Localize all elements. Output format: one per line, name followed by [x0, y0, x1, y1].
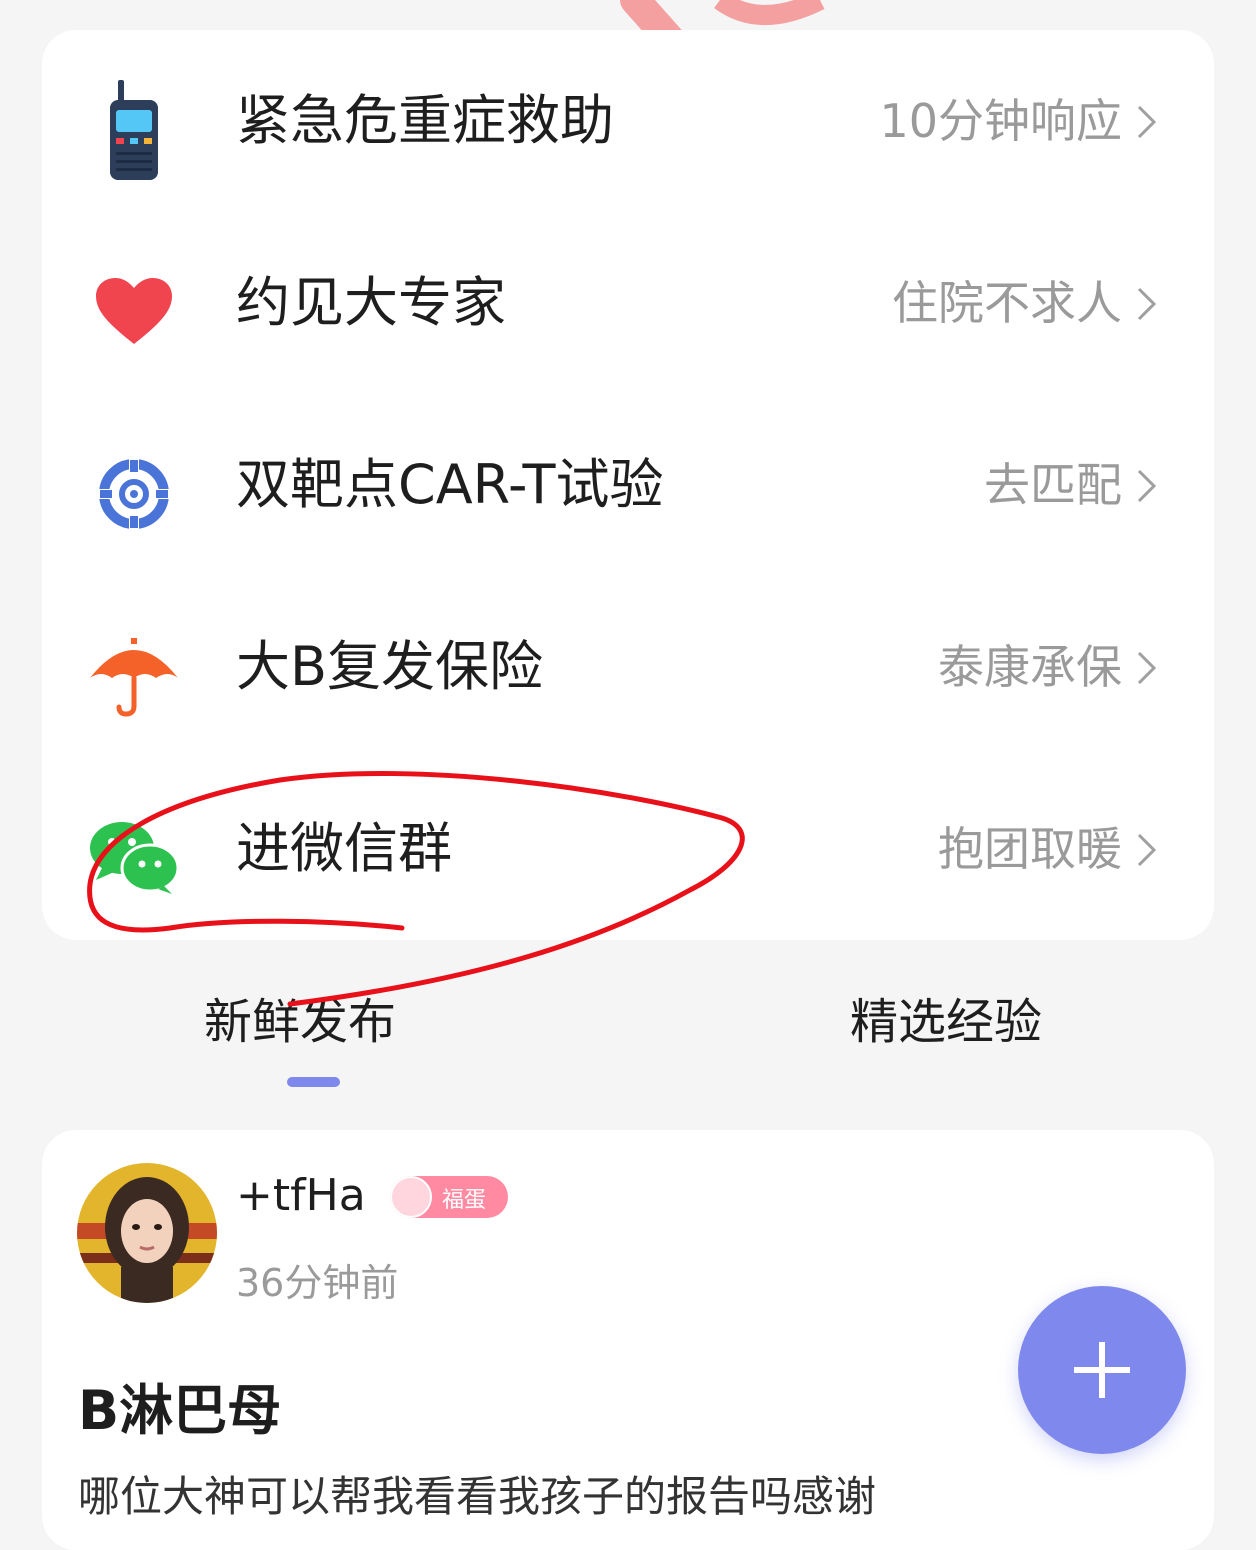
service-menu-card: 紧急危重症救助 10分钟响应 约见大专家 住院不求人 双靶点CAR-T试验 去匹…	[42, 30, 1214, 940]
menu-item-title: 大B复发保险	[236, 635, 544, 698]
menu-item-title: 紧急危重症救助	[236, 89, 614, 152]
menu-item-title: 约见大专家	[236, 271, 506, 334]
post-title: B淋巴母	[78, 1379, 282, 1442]
avatar[interactable]	[77, 1163, 217, 1303]
post-preview: 哪位大神可以帮我看看我孩子的报告吗感谢	[78, 1472, 877, 1521]
menu-item-subtitle: 去匹配	[984, 458, 1122, 512]
badge-icon	[390, 1176, 432, 1218]
tab-selected-experience[interactable]: 精选经验	[850, 982, 1042, 1052]
heart-icon	[86, 264, 182, 360]
chevron-right-icon	[1137, 105, 1157, 139]
menu-item-expert[interactable]: 约见大专家 住院不求人	[42, 212, 1214, 394]
tab-fresh[interactable]: 新鲜发布	[204, 982, 396, 1052]
plus-icon	[1074, 1342, 1130, 1398]
menu-item-wechat-group[interactable]: 进微信群 抱团取暖	[42, 758, 1214, 940]
chevron-right-icon	[1137, 287, 1157, 321]
menu-item-subtitle: 10分钟响应	[879, 94, 1122, 148]
chevron-right-icon	[1137, 469, 1157, 503]
wechat-icon	[86, 810, 182, 906]
target-icon	[86, 446, 182, 542]
badge-label: 福蛋	[442, 1188, 487, 1213]
add-post-button[interactable]	[1018, 1286, 1186, 1454]
menu-item-subtitle: 住院不求人	[892, 276, 1122, 330]
active-tab-indicator	[287, 1077, 340, 1087]
menu-item-subtitle: 抱团取暖	[938, 822, 1122, 876]
username[interactable]: +tfHa	[236, 1170, 366, 1221]
post-timestamp: 36分钟前	[236, 1261, 399, 1305]
menu-item-insurance[interactable]: 大B复发保险 泰康承保	[42, 576, 1214, 758]
walkie-talkie-icon	[86, 80, 182, 180]
menu-item-subtitle: 泰康承保	[938, 640, 1122, 694]
chevron-right-icon	[1137, 833, 1157, 867]
feed-tabs: 新鲜发布 精选经验	[0, 960, 1256, 1110]
chevron-right-icon	[1137, 651, 1157, 685]
umbrella-icon	[86, 628, 182, 724]
user-badge: 福蛋	[390, 1176, 508, 1218]
menu-item-title: 双靶点CAR-T试验	[236, 453, 664, 516]
menu-item-title: 进微信群	[236, 817, 452, 880]
menu-item-car-t-trial[interactable]: 双靶点CAR-T试验 去匹配	[42, 394, 1214, 576]
menu-item-emergency[interactable]: 紧急危重症救助 10分钟响应	[42, 30, 1214, 212]
